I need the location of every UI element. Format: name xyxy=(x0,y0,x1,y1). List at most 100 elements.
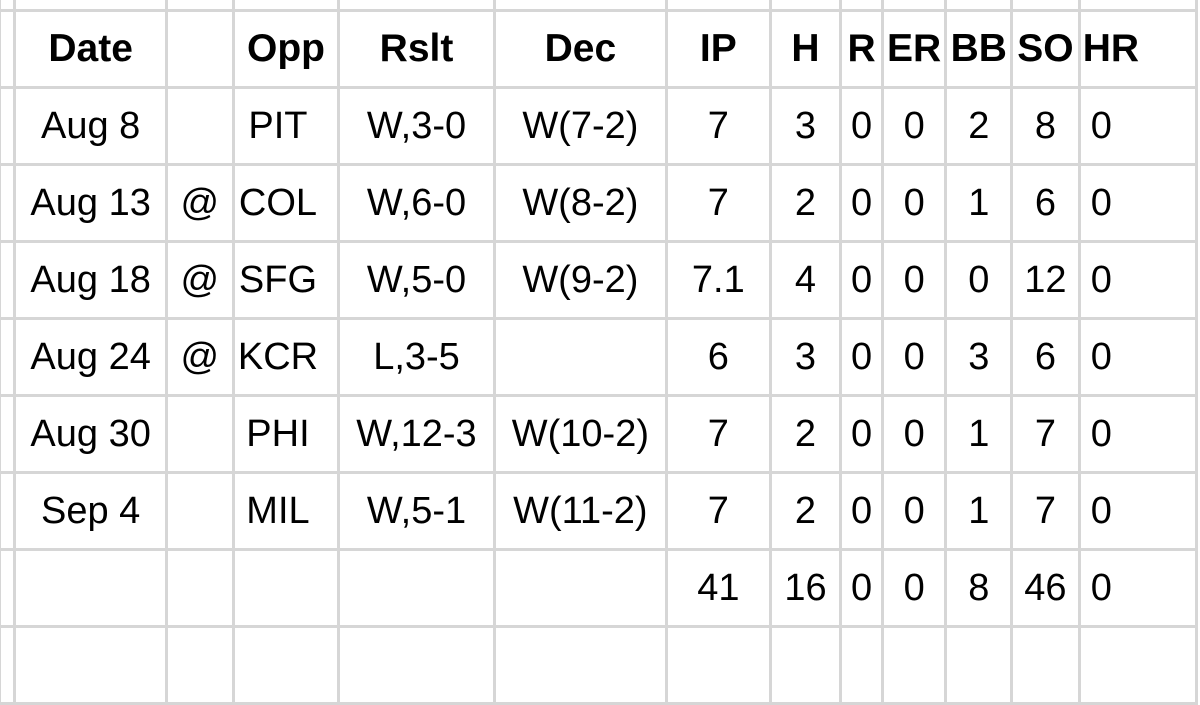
cell-opponent[interactable]: KCR xyxy=(231,317,341,397)
cell-walks[interactable]: 1 xyxy=(944,163,1014,243)
cell[interactable] xyxy=(0,163,17,243)
cell-opponent[interactable]: COL xyxy=(231,163,341,243)
cell[interactable] xyxy=(337,0,496,12)
cell-result[interactable]: W,5-1 xyxy=(337,471,496,551)
cell-strikeouts[interactable]: 8 xyxy=(1010,86,1081,166)
cell[interactable] xyxy=(231,0,341,12)
cell-opponent[interactable]: PIT xyxy=(231,86,341,166)
cell[interactable] xyxy=(944,625,1014,705)
header-so[interactable]: SO xyxy=(1010,9,1081,89)
cell[interactable] xyxy=(492,0,669,12)
total-hits[interactable]: 16 xyxy=(768,548,843,628)
header-dec[interactable]: Dec xyxy=(492,9,669,89)
cell[interactable] xyxy=(164,0,235,12)
total-walks[interactable]: 8 xyxy=(944,548,1014,628)
cell-hits[interactable]: 3 xyxy=(768,86,843,166)
cell[interactable] xyxy=(492,548,669,628)
header-er[interactable]: ER xyxy=(880,9,948,89)
cell-location[interactable] xyxy=(164,86,235,166)
cell-decision[interactable]: W(11-2) xyxy=(492,471,669,551)
cell-innings-pitched[interactable]: 7 xyxy=(665,471,772,551)
cell-hits[interactable]: 2 xyxy=(768,471,843,551)
cell[interactable] xyxy=(0,625,17,705)
cell-earned-runs[interactable]: 0 xyxy=(880,86,948,166)
cell-opponent[interactable]: MIL xyxy=(231,471,341,551)
cell[interactable] xyxy=(0,394,17,474)
cell-strikeouts[interactable]: 6 xyxy=(1010,163,1081,243)
cell-innings-pitched[interactable]: 7 xyxy=(665,163,772,243)
cell-runs[interactable]: 0 xyxy=(839,317,884,397)
cell-earned-runs[interactable]: 0 xyxy=(880,317,948,397)
cell-decision[interactable]: W(7-2) xyxy=(492,86,669,166)
header-rslt[interactable]: Rslt xyxy=(337,9,496,89)
cell[interactable] xyxy=(1077,625,1199,705)
cell-date[interactable]: Sep 4 xyxy=(13,471,168,551)
cell[interactable] xyxy=(1010,0,1081,12)
cell-strikeouts[interactable]: 6 xyxy=(1010,317,1081,397)
cell-walks[interactable]: 2 xyxy=(944,86,1014,166)
cell-result[interactable]: W,12-3 xyxy=(337,394,496,474)
total-innings-pitched[interactable]: 41 xyxy=(665,548,772,628)
header-bb[interactable]: BB xyxy=(944,9,1014,89)
header-date[interactable]: Date xyxy=(13,9,168,89)
cell-result[interactable]: W,5-0 xyxy=(337,240,496,320)
cell[interactable] xyxy=(768,625,843,705)
cell-decision[interactable]: W(10-2) xyxy=(492,394,669,474)
cell-result[interactable]: W,6-0 xyxy=(337,163,496,243)
cell-home-runs[interactable]: 0 xyxy=(1077,240,1199,320)
cell-home-runs[interactable]: 0 xyxy=(1077,471,1199,551)
cell-innings-pitched[interactable]: 6 xyxy=(665,317,772,397)
cell[interactable] xyxy=(337,625,496,705)
cell[interactable] xyxy=(164,625,235,705)
cell-decision[interactable]: W(8-2) xyxy=(492,163,669,243)
cell-location[interactable]: @ xyxy=(164,163,235,243)
cell-location[interactable] xyxy=(164,394,235,474)
cell-date[interactable]: Aug 13 xyxy=(13,163,168,243)
cell-location[interactable] xyxy=(164,471,235,551)
cell-strikeouts[interactable]: 7 xyxy=(1010,471,1081,551)
header-ip[interactable]: IP xyxy=(665,9,772,89)
cell-hits[interactable]: 4 xyxy=(768,240,843,320)
cell-location[interactable]: @ xyxy=(164,240,235,320)
cell-hits[interactable]: 2 xyxy=(768,163,843,243)
cell[interactable] xyxy=(0,317,17,397)
cell[interactable] xyxy=(665,0,772,12)
cell-innings-pitched[interactable]: 7 xyxy=(665,86,772,166)
cell[interactable] xyxy=(0,471,17,551)
total-strikeouts[interactable]: 46 xyxy=(1010,548,1081,628)
cell[interactable] xyxy=(231,548,341,628)
cell-hits[interactable]: 3 xyxy=(768,317,843,397)
cell-walks[interactable]: 1 xyxy=(944,394,1014,474)
cell[interactable] xyxy=(337,548,496,628)
cell-runs[interactable]: 0 xyxy=(839,471,884,551)
cell[interactable] xyxy=(0,0,17,12)
cell[interactable] xyxy=(0,86,17,166)
cell-strikeouts[interactable]: 7 xyxy=(1010,394,1081,474)
cell[interactable] xyxy=(13,625,168,705)
cell-walks[interactable]: 1 xyxy=(944,471,1014,551)
cell[interactable] xyxy=(839,0,884,12)
cell-date[interactable]: Aug 18 xyxy=(13,240,168,320)
cell-hits[interactable]: 2 xyxy=(768,394,843,474)
cell[interactable] xyxy=(0,240,17,320)
cell-date[interactable]: Aug 24 xyxy=(13,317,168,397)
cell[interactable] xyxy=(944,0,1014,12)
cell[interactable] xyxy=(768,0,843,12)
cell-runs[interactable]: 0 xyxy=(839,163,884,243)
cell[interactable] xyxy=(231,625,341,705)
cell-innings-pitched[interactable]: 7 xyxy=(665,394,772,474)
total-earned-runs[interactable]: 0 xyxy=(880,548,948,628)
cell[interactable] xyxy=(1077,0,1199,12)
cell[interactable] xyxy=(0,548,17,628)
cell-runs[interactable]: 0 xyxy=(839,86,884,166)
cell-strikeouts[interactable]: 12 xyxy=(1010,240,1081,320)
cell-walks[interactable]: 0 xyxy=(944,240,1014,320)
cell-date[interactable]: Aug 30 xyxy=(13,394,168,474)
cell[interactable] xyxy=(839,625,884,705)
cell[interactable] xyxy=(164,548,235,628)
cell[interactable] xyxy=(1010,625,1081,705)
total-home-runs[interactable]: 0 xyxy=(1077,548,1199,628)
cell-home-runs[interactable]: 0 xyxy=(1077,317,1199,397)
header-opp[interactable]: Opp xyxy=(231,9,341,89)
cell-runs[interactable]: 0 xyxy=(839,394,884,474)
